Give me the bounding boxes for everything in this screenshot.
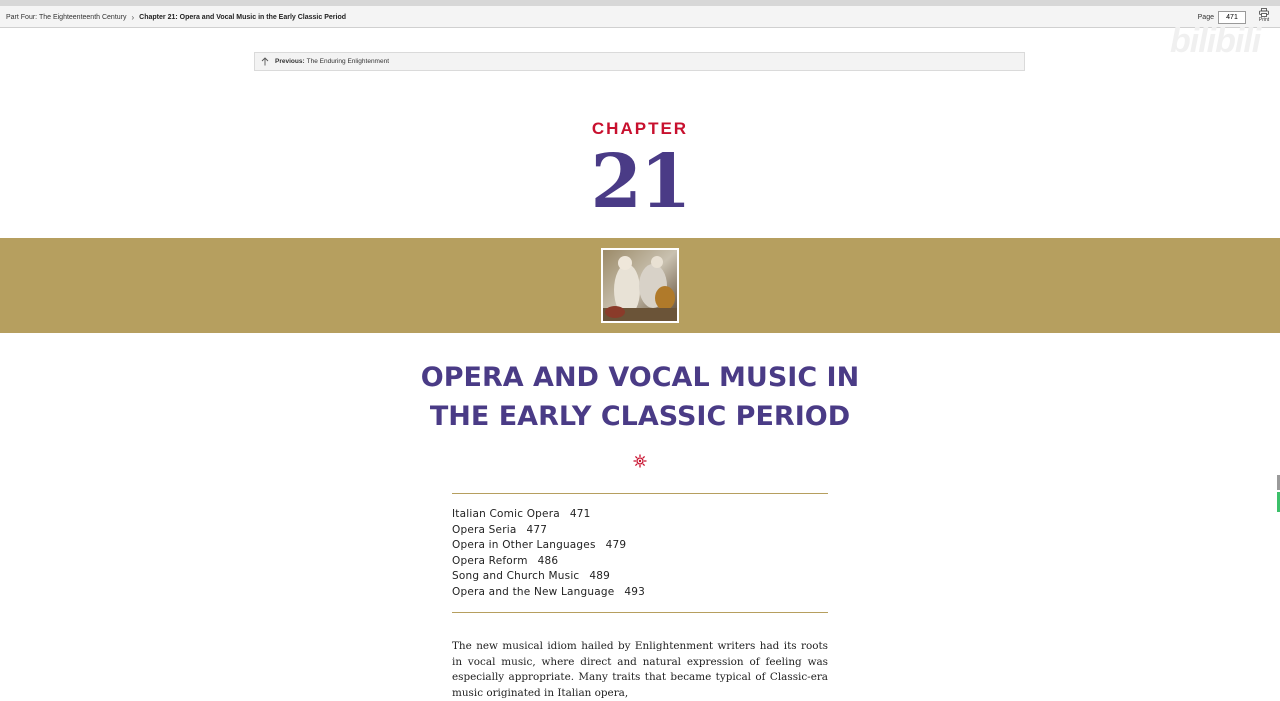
toc-item-page: 489: [589, 570, 611, 582]
painting-figures-image: [603, 250, 677, 321]
toc-item[interactable]: Song and Church Music 489: [452, 569, 828, 585]
ornament-icon: [633, 454, 647, 468]
toc-item[interactable]: Opera Seria 477: [452, 523, 828, 539]
toc-item-page: 471: [569, 508, 591, 520]
toc-item[interactable]: Opera in Other Languages 479: [452, 538, 828, 554]
toc-item[interactable]: Opera Reform 486: [452, 554, 828, 570]
arrow-up-icon: [261, 57, 269, 66]
toc-item[interactable]: Opera and the New Language 493: [452, 585, 828, 601]
toc-item-title: Opera and the New Language: [452, 585, 615, 598]
print-label: Print: [1258, 17, 1270, 23]
previous-label: Previous:: [275, 58, 305, 65]
toc-item-title: Song and Church Music: [452, 570, 580, 582]
chapter-contents-list: Italian Comic Opera 471 Opera Seria 477 Op…: [452, 507, 828, 600]
chapter-title: OPERA AND VOCAL MUSIC IN THE EARLY CLASS…: [340, 358, 940, 436]
toc-item-page: 493: [624, 585, 646, 598]
page-label: Page: [1197, 13, 1214, 21]
toc-top-rule: [452, 493, 828, 494]
toc-bottom-rule: [452, 612, 828, 613]
previous-chapter-link[interactable]: Previous: The Enduring Enlightenment: [254, 52, 1025, 71]
chapter-title-line-1: OPERA AND VOCAL MUSIC IN: [420, 362, 860, 393]
breadcrumb: Part Four: The Eighteenteenth Century › …: [6, 6, 346, 28]
chapter-opening-paragraph: The new musical idiom hailed by Enlighte…: [452, 640, 828, 699]
breadcrumb-current-chapter: Chapter 21: Opera and Vocal Music in the…: [139, 13, 346, 21]
toc-item-page: 479: [605, 539, 627, 551]
toc-item[interactable]: Italian Comic Opera 471: [452, 507, 828, 523]
printer-icon: [1259, 8, 1269, 17]
chapter-title-line-2: THE EARLY CLASSIC PERIOD: [429, 401, 851, 432]
breadcrumb-separator: ›: [131, 12, 135, 22]
toc-item-title: Opera in Other Languages: [452, 539, 596, 551]
breadcrumb-part-link[interactable]: Part Four: The Eighteenteenth Century: [6, 14, 127, 21]
chapter-painting-image[interactable]: [601, 248, 679, 323]
video-watermark: bilibili: [1170, 22, 1261, 60]
toc-item-title: Italian Comic Opera: [452, 508, 560, 520]
toc-item-title: Opera Reform: [452, 554, 528, 567]
chapter-number: 21: [590, 139, 692, 225]
chapter-label: CHAPTER: [591, 119, 689, 138]
toc-item-title: Opera Seria: [452, 523, 517, 536]
toc-item-page: 477: [526, 523, 548, 536]
toc-item-page: 486: [537, 554, 559, 567]
previous-chapter-title: The Enduring Enlightenment: [306, 58, 390, 65]
reader-toolbar: Part Four: The Eighteenteenth Century › …: [0, 6, 1280, 28]
